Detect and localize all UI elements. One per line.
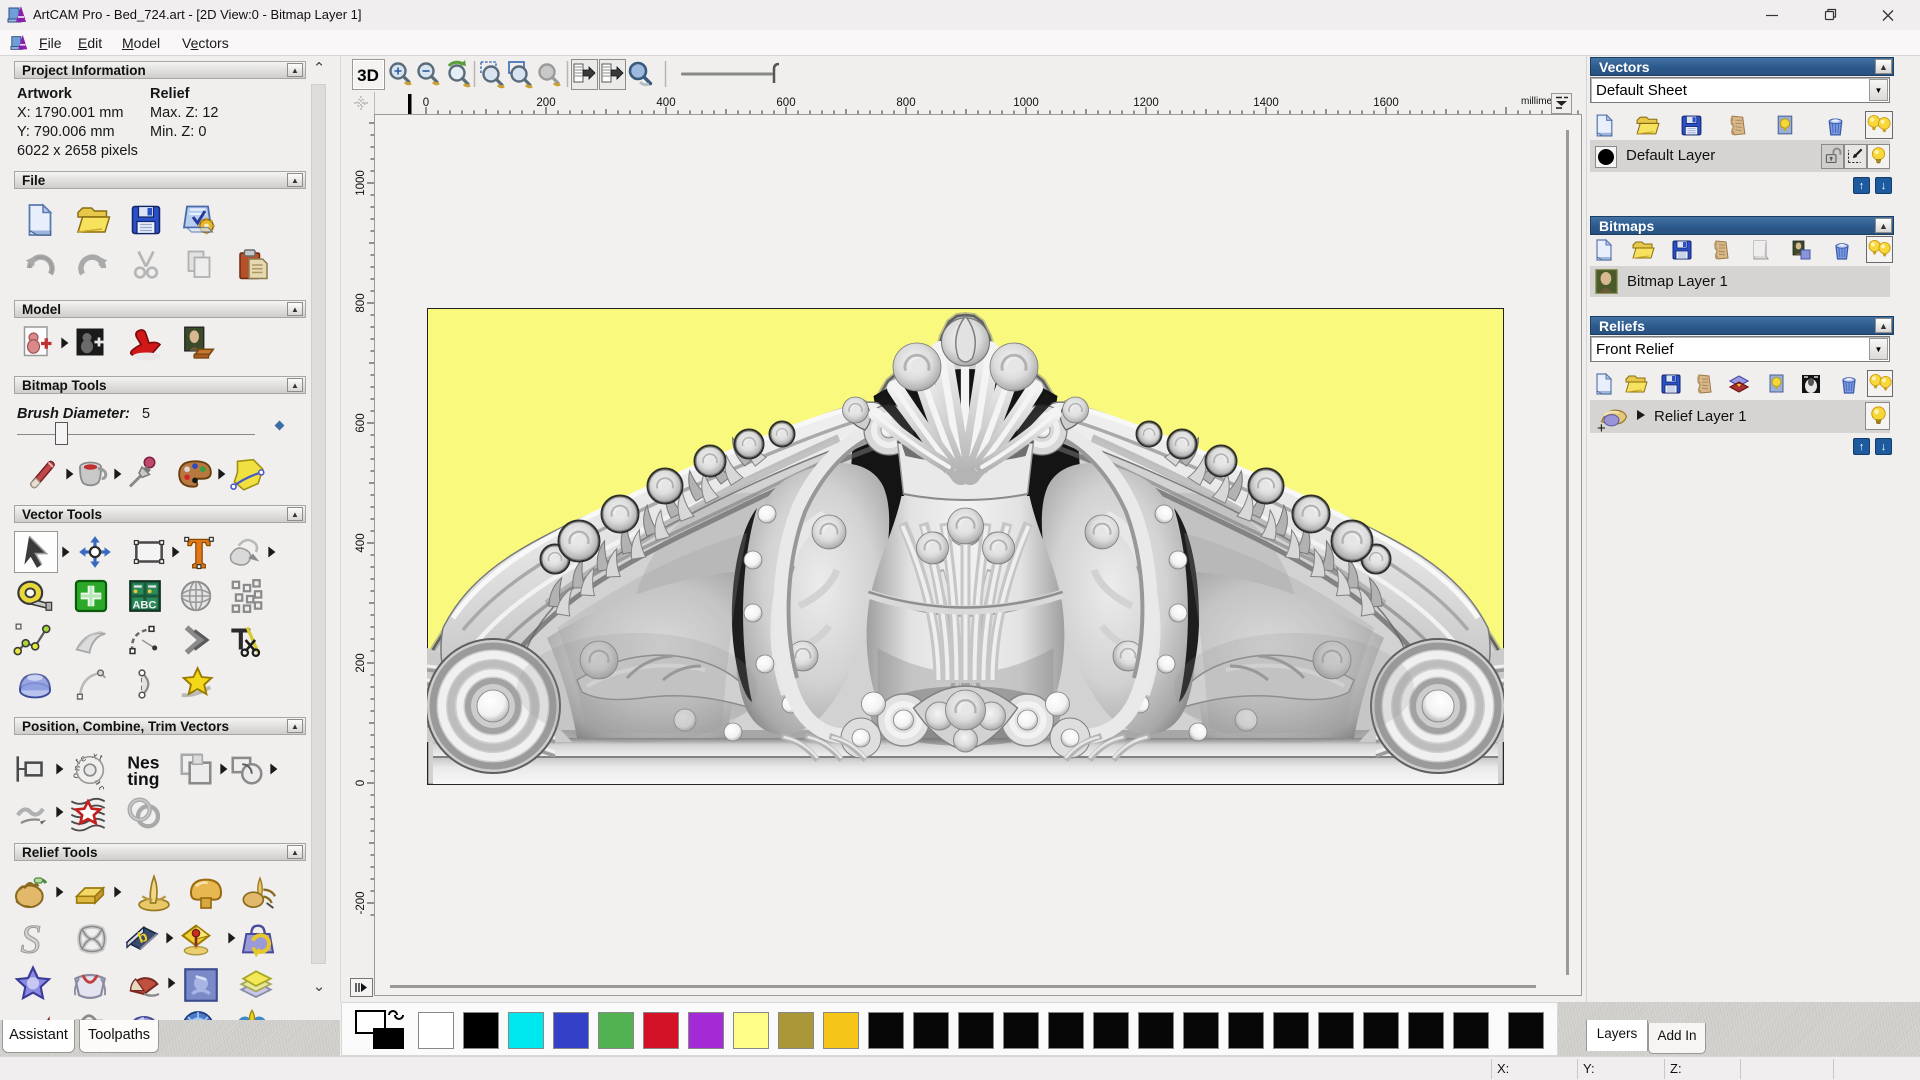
svg-text:200: 200 [536,97,555,109]
svg-text:1000: 1000 [355,170,367,196]
svg-text:1200: 1200 [1133,97,1159,109]
svg-text:400: 400 [656,97,675,109]
svg-text:200: 200 [355,653,367,672]
svg-text:600: 600 [776,97,795,109]
svg-text:800: 800 [896,97,915,109]
svg-text:1600: 1600 [1373,97,1399,109]
svg-text:-200: -200 [355,891,367,914]
svg-text:3D: 3D [357,66,379,85]
svg-text:600: 600 [355,413,367,432]
svg-text:0: 0 [423,97,429,109]
svg-text:800: 800 [355,293,367,312]
svg-text:1400: 1400 [1253,97,1279,109]
svg-text:1000: 1000 [1013,97,1039,109]
svg-text:400: 400 [355,533,367,552]
svg-text:0: 0 [355,780,367,786]
